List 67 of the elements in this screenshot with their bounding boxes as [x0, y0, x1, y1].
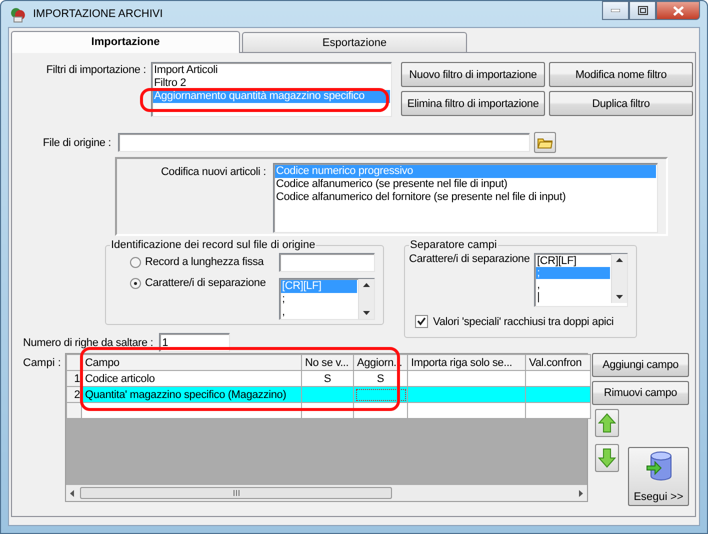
move-down-button[interactable]	[595, 444, 619, 472]
field-label: Carattere/i di separazione	[409, 253, 530, 267]
field-label: Numero di righe da saltare :	[23, 336, 154, 348]
grip-icon	[232, 490, 240, 496]
list-item[interactable]: ,	[281, 306, 357, 319]
close-button[interactable]	[656, 1, 700, 20]
up-arrow-icon	[598, 413, 616, 433]
scrollbar[interactable]	[611, 254, 627, 303]
action-button[interactable]: Rimuovi campo	[592, 381, 689, 405]
scrollbar[interactable]	[358, 279, 374, 319]
minimize-icon	[611, 9, 620, 12]
row-header[interactable]	[66, 402, 82, 418]
radio-label: Record a lunghezza fissa	[145, 256, 264, 268]
run-button[interactable]: Esegui >>	[628, 447, 689, 506]
up-arrow-icon	[616, 258, 623, 262]
field-label: File di origine :	[42, 136, 111, 148]
browse-button[interactable]	[534, 132, 556, 153]
scroll-thumb[interactable]	[80, 487, 392, 499]
action-button[interactable]: Nuovo filtro di importazione	[401, 62, 545, 87]
tab[interactable]: Esportazione	[242, 32, 467, 52]
action-button[interactable]: Duplica filtro	[549, 91, 693, 116]
radio-button[interactable]	[130, 278, 141, 288]
window-title: IMPORTAZIONE ARCHIVI	[33, 8, 164, 20]
move-up-button[interactable]	[595, 409, 619, 437]
group-title: Identificazione dei record sul file di origine	[110, 239, 316, 251]
down-arrow-icon	[598, 448, 616, 468]
tab[interactable]: Importazione	[11, 31, 240, 53]
radio-label: Carattere/i di separazione	[145, 277, 266, 289]
list-item[interactable]: Codice alfanumerico del fornitore (se presente nel file di input)	[275, 191, 656, 204]
up-arrow-icon	[363, 283, 370, 287]
checkbox[interactable]	[415, 315, 428, 328]
field-label: Codifica nuovi articoli :	[160, 166, 266, 178]
column-header[interactable]: Val.confron	[526, 354, 590, 370]
folder-icon	[537, 136, 553, 149]
file-input[interactable]	[118, 133, 530, 152]
database-icon	[646, 451, 672, 481]
close-icon	[672, 6, 684, 16]
column-header[interactable]: No se v...	[302, 354, 354, 370]
maximize-button[interactable]	[629, 1, 656, 20]
field-label: Campi :	[23, 357, 62, 369]
list-item[interactable]: Filtro 2	[153, 77, 390, 90]
list-item[interactable]: Codice alfanumerico (se presente nel file di input)	[275, 178, 656, 191]
list-item[interactable]: ,	[536, 279, 610, 291]
length-input[interactable]	[279, 253, 375, 272]
action-button[interactable]: Modifica nome filtro	[549, 62, 693, 87]
table-cell: Quantita' magazzino specifico (Magazzino)	[82, 386, 302, 402]
action-button[interactable]: Elimina filtro di importazione	[401, 91, 545, 116]
column-header[interactable]: Campo	[82, 354, 302, 370]
list-item[interactable]: [CR][LF]	[536, 255, 610, 267]
column-header[interactable]: Importa riga solo se...	[408, 354, 526, 370]
left-arrow-icon	[70, 490, 74, 496]
app-icon	[9, 5, 27, 23]
down-arrow-icon	[363, 311, 370, 315]
checkmark-icon	[417, 317, 426, 326]
list-item[interactable]: |	[536, 291, 610, 303]
down-arrow-icon	[616, 295, 623, 299]
maximize-icon	[638, 6, 648, 15]
radio-button[interactable]	[130, 256, 141, 268]
group-title: Separatore campi	[409, 239, 498, 251]
scrollbar[interactable]	[66, 485, 587, 501]
checkbox-label: Valori 'speciali' racchiusi tra doppi apici	[433, 316, 614, 328]
right-arrow-icon	[579, 490, 583, 496]
minimize-button[interactable]	[602, 1, 629, 20]
action-button[interactable]: Aggiungi campo	[592, 353, 689, 377]
list-item[interactable]: ;	[281, 293, 357, 306]
field-label: Filtri di importazione :	[45, 64, 146, 76]
list-item[interactable]: Import Articoli	[153, 64, 390, 77]
